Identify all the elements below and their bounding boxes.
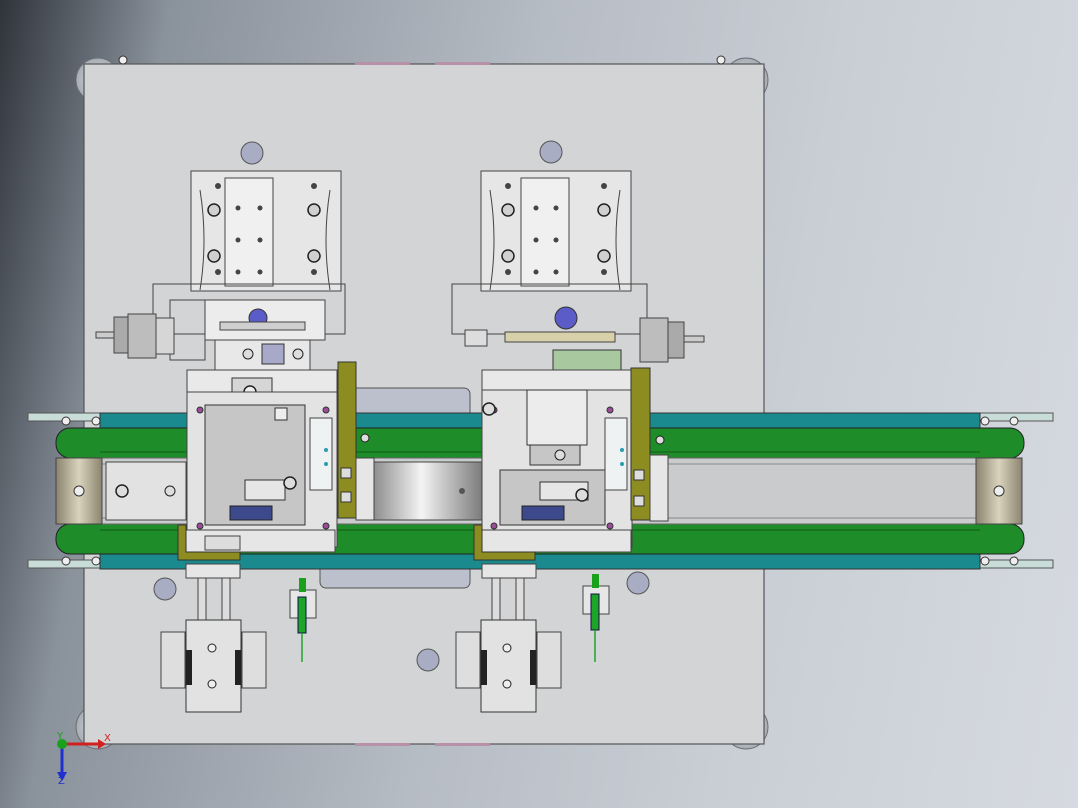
cad-viewport[interactable]: X Y Z [0, 0, 1078, 808]
axis-z-label: Z [58, 776, 65, 787]
axis-x-label: X [104, 733, 111, 744]
axis-triad [57, 739, 106, 781]
axis-y-label: Y [57, 731, 64, 742]
conveyor-assembly-drawing[interactable] [0, 0, 1078, 808]
